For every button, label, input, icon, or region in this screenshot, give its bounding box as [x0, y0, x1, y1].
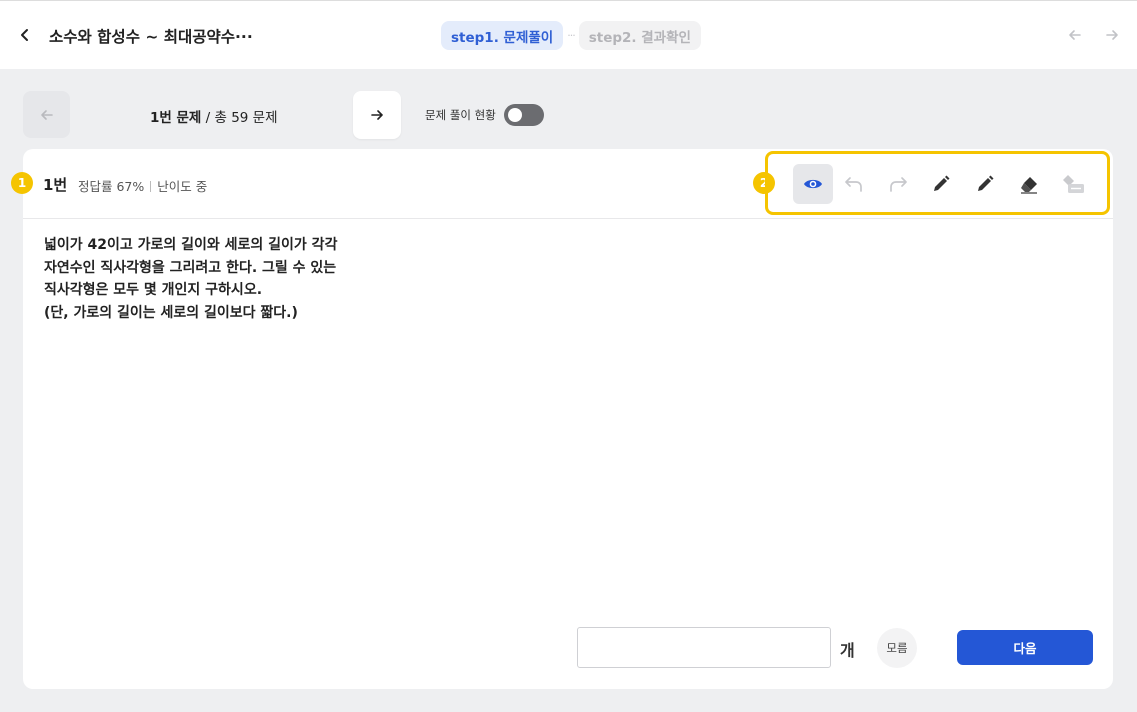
- step2-tab[interactable]: step2. 결과확인: [578, 21, 701, 50]
- pen-tool-button[interactable]: [921, 164, 961, 204]
- eye-icon: [804, 179, 822, 189]
- question-text: 넓이가 42이고 가로의 길이와 세로의 길이가 각각 자연수인 직사각형을 그…: [44, 234, 337, 324]
- arrow-left-icon: [40, 109, 53, 120]
- counter-separator: /: [201, 110, 215, 126]
- history-forward-button[interactable]: [1102, 25, 1122, 45]
- callout-badge-1: 1: [11, 172, 33, 194]
- question-number: 1번: [43, 176, 68, 194]
- highlighter-tool-button[interactable]: [965, 164, 1005, 204]
- pencil-icon: [978, 175, 994, 191]
- arrow-right-icon: [371, 110, 383, 120]
- current-question: 1번 문제: [150, 110, 202, 126]
- total-questions: 총 59 문제: [214, 110, 278, 126]
- question-counter: 1번 문제 / 총 59 문제: [150, 106, 278, 126]
- arrow-right-icon: [1106, 30, 1118, 40]
- answer-unit: 개: [840, 641, 855, 660]
- card-divider: [23, 218, 1113, 219]
- redo-button[interactable]: [878, 164, 918, 204]
- toggle-knob: [508, 108, 522, 122]
- next-question-button[interactable]: [353, 91, 401, 139]
- undo-button[interactable]: [834, 164, 874, 204]
- unknown-button[interactable]: 모름: [877, 628, 917, 668]
- step1-tab[interactable]: step1. 문제풀이: [441, 21, 564, 50]
- question-line: 넓이가 42이고 가로의 길이와 세로의 길이가 각각: [44, 237, 338, 253]
- status-toggle-label: 문제 풀이 현황: [425, 108, 496, 122]
- drawing-toolbar: [765, 151, 1110, 215]
- back-button[interactable]: [14, 24, 36, 46]
- question-line: 직사각형은 모두 몇 개인지 구하시오.: [44, 282, 263, 298]
- question-meta: 정답률 67% 난이도 중: [78, 176, 207, 195]
- previous-question-button[interactable]: [23, 91, 70, 138]
- history-back-button[interactable]: [1065, 25, 1085, 45]
- redo-icon: [890, 177, 907, 192]
- arrow-left-icon: [1069, 30, 1081, 40]
- eraser-icon: [1021, 177, 1037, 194]
- eraser-tool-button[interactable]: [1009, 164, 1049, 204]
- difficulty: 난이도 중: [157, 179, 208, 194]
- next-button[interactable]: 다음: [957, 630, 1093, 665]
- step-separator: ···: [567, 29, 575, 42]
- question-line: 자연수인 직사각형을 그리려고 한다. 그릴 수 있는: [44, 259, 337, 276]
- status-toggle[interactable]: [504, 104, 544, 126]
- pencil-icon: [934, 175, 950, 191]
- undo-icon: [845, 177, 862, 192]
- clear-all-eraser-icon: [1063, 175, 1084, 193]
- accuracy-rate: 정답률 67%: [78, 179, 145, 194]
- meta-divider: [150, 181, 152, 192]
- unit-title: 소수와 합성수 ~ 최대공약수···: [49, 28, 253, 46]
- clear-all-button[interactable]: [1053, 164, 1093, 204]
- chevron-left-icon: [21, 29, 28, 41]
- step-indicator: step1. 문제풀이 ··· step2. 결과확인: [441, 21, 701, 50]
- answer-input[interactable]: [577, 627, 831, 668]
- view-tool-button[interactable]: [793, 164, 833, 204]
- top-header: 소수와 합성수 ~ 최대공약수··· step1. 문제풀이 ··· step2…: [0, 0, 1137, 69]
- question-line: (단, 가로의 길이는 세로의 길이보다 짧다.): [44, 304, 298, 321]
- question-card: 1 1번 정답률 67% 난이도 중 2 넓이가 42이고 가로의 길이와 세로의…: [11, 149, 1113, 689]
